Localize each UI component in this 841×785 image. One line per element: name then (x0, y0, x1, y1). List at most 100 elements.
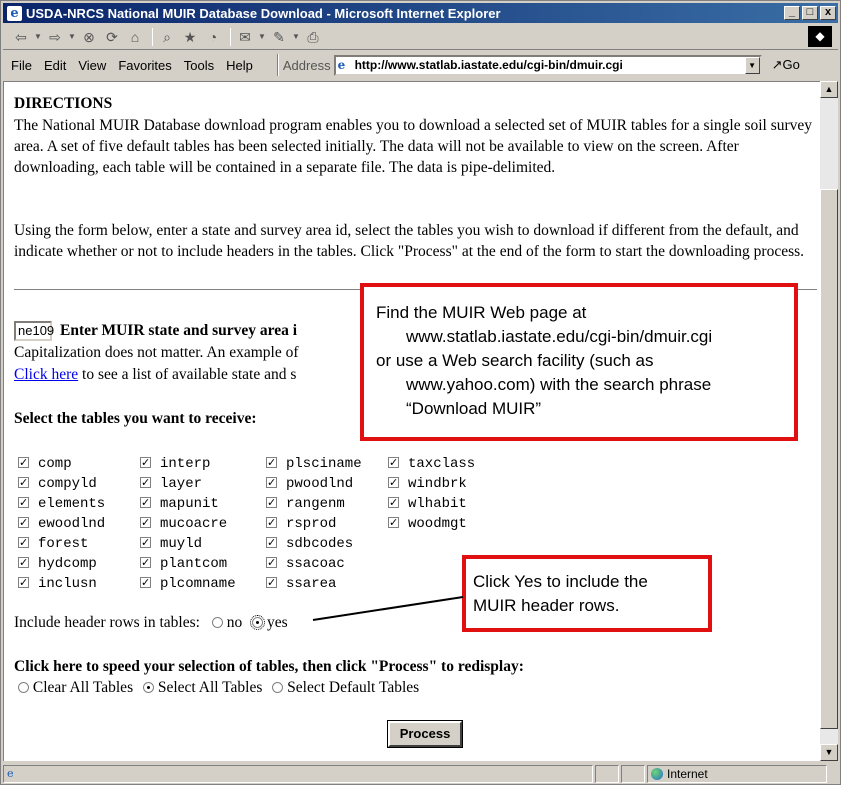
mail-dropdown-icon[interactable]: ▼ (258, 27, 266, 47)
vertical-scrollbar[interactable]: ▲ ▼ (820, 81, 838, 761)
menu-help[interactable]: Help (226, 58, 253, 73)
checkbox-interp[interactable]: interp (140, 454, 210, 473)
status-main-pane: e (3, 764, 593, 783)
checkbox-windbrk[interactable]: windbrk (388, 474, 467, 493)
checkbox-icon[interactable] (266, 534, 277, 552)
checkbox-icon[interactable] (266, 514, 277, 532)
menu-favorites[interactable]: Favorites (118, 58, 171, 73)
address-dropdown-icon[interactable]: ▼ (744, 56, 760, 74)
print-icon[interactable]: ⎙ (303, 27, 323, 47)
checkbox-label: ssarea (286, 576, 337, 592)
checkbox-icon[interactable] (18, 554, 29, 572)
header-no-radio[interactable] (211, 617, 223, 628)
checkbox-icon[interactable] (18, 494, 29, 512)
checkbox-woodmgt[interactable]: woodmgt (388, 514, 467, 533)
back-icon[interactable]: ⇦ (11, 27, 31, 47)
menu-file[interactable]: File (11, 58, 32, 73)
checkbox-ssarea[interactable]: ssarea (266, 574, 337, 593)
header-yes-radio[interactable] (250, 615, 266, 630)
scroll-down-icon[interactable]: ▼ (820, 744, 838, 761)
checkbox-ewoodlnd[interactable]: ewoodlnd (18, 514, 105, 533)
checkbox-elements[interactable]: elements (18, 494, 105, 513)
scroll-thumb[interactable] (820, 189, 838, 729)
checkbox-ssacoac[interactable]: ssacoac (266, 554, 345, 573)
checkbox-icon[interactable] (18, 534, 29, 552)
clear-all-radio[interactable] (18, 682, 29, 693)
checkbox-icon[interactable] (140, 454, 151, 472)
checkbox-label: hydcomp (38, 556, 97, 572)
stop-icon[interactable]: ⊗ (79, 27, 99, 47)
refresh-icon[interactable]: ⟳ (102, 27, 122, 47)
checkbox-icon[interactable] (140, 474, 151, 492)
select-all-radio[interactable] (142, 682, 154, 693)
checkbox-icon[interactable] (18, 474, 29, 492)
menu-edit[interactable]: Edit (44, 58, 66, 73)
menu-tools[interactable]: Tools (184, 58, 214, 73)
checkbox-icon[interactable] (266, 574, 277, 592)
page-icon: e (337, 58, 346, 72)
checkbox-icon[interactable] (140, 494, 151, 512)
go-button[interactable]: ↗Go (772, 57, 800, 73)
checkbox-icon[interactable] (140, 574, 151, 592)
checkbox-plsciname[interactable]: plsciname (266, 454, 362, 473)
checkbox-label: plsciname (286, 456, 362, 472)
checkbox-forest[interactable]: forest (18, 534, 88, 553)
mail-icon[interactable]: ✉ (235, 27, 255, 47)
process-button[interactable]: Process (388, 721, 462, 747)
checkbox-hydcomp[interactable]: hydcomp (18, 554, 97, 573)
checkbox-plantcom[interactable]: plantcom (140, 554, 227, 573)
checkbox-compyld[interactable]: compyld (18, 474, 97, 493)
checkbox-icon[interactable] (266, 474, 277, 492)
checkbox-label: layer (160, 476, 203, 492)
minimize-button[interactable]: _ (784, 6, 800, 20)
checkbox-layer[interactable]: layer (140, 474, 203, 493)
checkbox-rsprod[interactable]: rsprod (266, 514, 336, 533)
close-button[interactable]: x (820, 6, 836, 20)
checkbox-icon[interactable] (140, 554, 151, 572)
back-dropdown-icon[interactable]: ▼ (34, 27, 42, 47)
checkbox-icon[interactable] (388, 474, 399, 492)
callout-line: Click Yes to include the (473, 572, 648, 591)
address-input[interactable]: e http://www.statlab.iastate.edu/cgi-bin… (333, 54, 762, 76)
checkbox-label: rangenm (286, 496, 345, 512)
checkbox-icon[interactable] (18, 574, 29, 592)
edit-icon[interactable]: ✎ (269, 27, 289, 47)
forward-icon[interactable]: ⇨ (45, 27, 65, 47)
checkbox-icon[interactable] (266, 494, 277, 512)
search-icon[interactable]: ⌕ (157, 27, 177, 47)
find-page-callout: Find the MUIR Web page at www.statlab.ia… (360, 283, 798, 441)
checkbox-taxclass[interactable]: taxclass (388, 454, 475, 473)
checkbox-icon[interactable] (266, 454, 277, 472)
edit-dropdown-icon[interactable]: ▼ (292, 27, 300, 47)
menu-view[interactable]: View (78, 58, 106, 73)
click-here-link[interactable]: Click here (14, 366, 78, 383)
maximize-button[interactable]: □ (802, 6, 818, 20)
checkbox-muyld[interactable]: muyld (140, 534, 202, 553)
checkbox-icon[interactable] (18, 454, 29, 472)
checkbox-mapunit[interactable]: mapunit (140, 494, 219, 513)
checkbox-rangenm[interactable]: rangenm (266, 494, 345, 513)
checkbox-icon[interactable] (18, 514, 29, 532)
checkbox-icon[interactable] (140, 534, 151, 552)
select-default-radio[interactable] (272, 682, 284, 693)
checkbox-inclusn[interactable]: inclusn (18, 574, 97, 593)
checkbox-comp[interactable]: comp (18, 454, 72, 473)
checkbox-icon[interactable] (140, 514, 151, 532)
header-rows-callout: Click Yes to include the MUIR header row… (462, 555, 712, 632)
checkbox-mucoacre[interactable]: mucoacre (140, 514, 227, 533)
home-icon[interactable]: ⌂ (125, 27, 145, 47)
checkbox-sdbcodes[interactable]: sdbcodes (266, 534, 353, 553)
forward-dropdown-icon[interactable]: ▼ (68, 27, 76, 47)
checkbox-icon[interactable] (388, 494, 399, 512)
state-survey-input[interactable]: ne109 (14, 321, 54, 341)
toolbar-separator (152, 27, 153, 46)
checkbox-plcomname[interactable]: plcomname (140, 574, 236, 593)
checkbox-icon[interactable] (266, 554, 277, 572)
history-icon[interactable]: ◔ (203, 27, 223, 47)
checkbox-pwoodlnd[interactable]: pwoodlnd (266, 474, 353, 493)
checkbox-icon[interactable] (388, 454, 399, 472)
favorites-icon[interactable]: ★ (180, 27, 200, 47)
checkbox-wlhabit[interactable]: wlhabit (388, 494, 467, 513)
scroll-up-icon[interactable]: ▲ (820, 81, 838, 98)
checkbox-icon[interactable] (388, 514, 399, 532)
